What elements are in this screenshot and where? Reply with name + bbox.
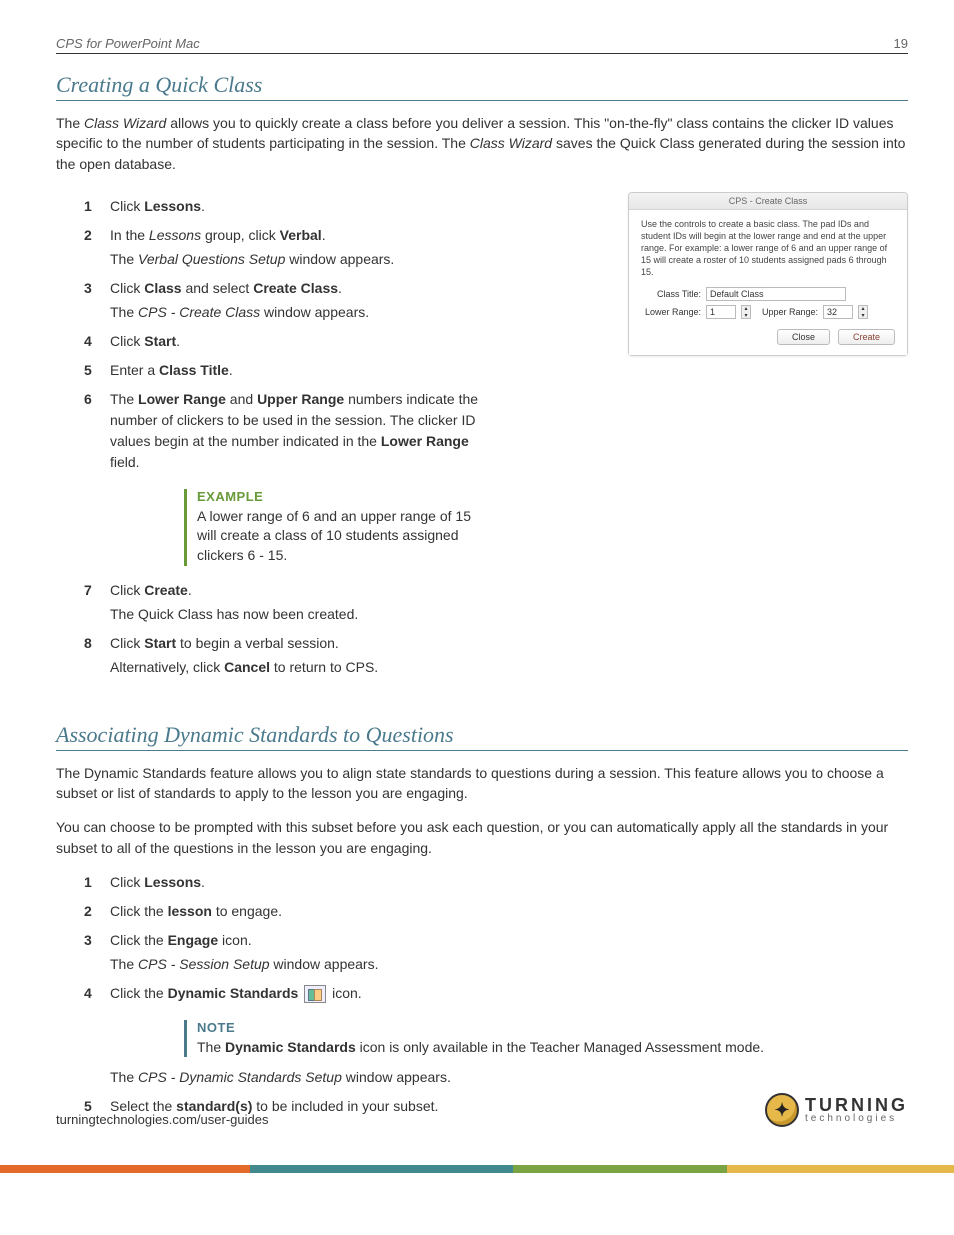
upper-range-stepper[interactable]: ▴▾ (858, 305, 868, 319)
dialog-instructions: Use the controls to create a basic class… (641, 218, 895, 279)
step-item: 1 Click Lessons. (84, 196, 610, 217)
example-body: A lower range of 6 and an upper range of… (197, 507, 474, 566)
note-title: NOTE (197, 1020, 884, 1035)
step-item: 2 In the Lessons group, click Verbal. Th… (84, 225, 610, 270)
step-item: 3 Click Class and select Create Class. T… (84, 278, 610, 323)
page-header: CPS for PowerPoint Mac 19 (56, 36, 908, 54)
dynamic-standards-icon (304, 985, 326, 1003)
create-class-dialog-screenshot: CPS - Create Class Use the controls to c… (628, 192, 908, 356)
section-heading-quick-class: Creating a Quick Class (56, 72, 908, 101)
lower-range-input[interactable]: 1 (706, 305, 736, 319)
step-item: 6 The Lower Range and Upper Range number… (84, 389, 494, 473)
note-callout: NOTE The Dynamic Standards icon is only … (184, 1020, 884, 1058)
step-item: 4 Click Start. (84, 331, 610, 352)
step-item: 8 Click Start to begin a verbal session.… (84, 633, 610, 678)
steps-list-quick-class: 1 Click Lessons. 2 In the Lessons group,… (56, 196, 610, 473)
intro-paragraph-quick-class: The Class Wizard allows you to quickly c… (56, 113, 908, 174)
header-page-number: 19 (894, 36, 908, 51)
upper-range-label: Upper Range: (756, 307, 818, 317)
logo-line2: technologies (805, 1114, 908, 1124)
dynamic-standards-p2: You can choose to be prompted with this … (56, 817, 908, 858)
footer-url: turningtechnologies.com/user-guides (56, 1112, 268, 1127)
logo-line1: TURNING (805, 1097, 908, 1114)
step-item: 1 Click Lessons. (84, 872, 908, 893)
dialog-create-button[interactable]: Create (838, 329, 895, 345)
dynamic-standards-p1: The Dynamic Standards feature allows you… (56, 763, 908, 804)
lower-range-label: Lower Range: (641, 307, 701, 317)
step-item: 2 Click the lesson to engage. (84, 901, 908, 922)
logo-mark-icon: ✦ (765, 1093, 799, 1127)
turning-technologies-logo: ✦ TURNING technologies (765, 1093, 908, 1127)
class-title-input[interactable]: Default Class (706, 287, 846, 301)
example-title: EXAMPLE (197, 489, 474, 504)
dialog-close-button[interactable]: Close (777, 329, 830, 345)
step-item: 5 Enter a Class Title. (84, 360, 610, 381)
step-item-after-note: The CPS - Dynamic Standards Setup window… (84, 1067, 908, 1088)
footer-color-bar (0, 1165, 954, 1173)
step-item: 7 Click Create. The Quick Class has now … (84, 580, 610, 625)
section-heading-dynamic-standards: Associating Dynamic Standards to Questio… (56, 722, 908, 751)
step-item: 4 Click the Dynamic Standards icon. (84, 983, 908, 1004)
upper-range-input[interactable]: 32 (823, 305, 853, 319)
class-title-label: Class Title: (641, 289, 701, 299)
note-body: The Dynamic Standards icon is only avail… (197, 1038, 884, 1058)
header-title: CPS for PowerPoint Mac (56, 36, 200, 51)
steps-list-dynamic-standards: 1 Click Lessons. 2 Click the lesson to e… (56, 872, 908, 1004)
example-callout: EXAMPLE A lower range of 6 and an upper … (184, 489, 474, 566)
dialog-titlebar: CPS - Create Class (629, 193, 907, 210)
step-item: 3 Click the Engage icon. The CPS - Sessi… (84, 930, 908, 975)
lower-range-stepper[interactable]: ▴▾ (741, 305, 751, 319)
page-footer: turningtechnologies.com/user-guides ✦ TU… (56, 1093, 908, 1127)
